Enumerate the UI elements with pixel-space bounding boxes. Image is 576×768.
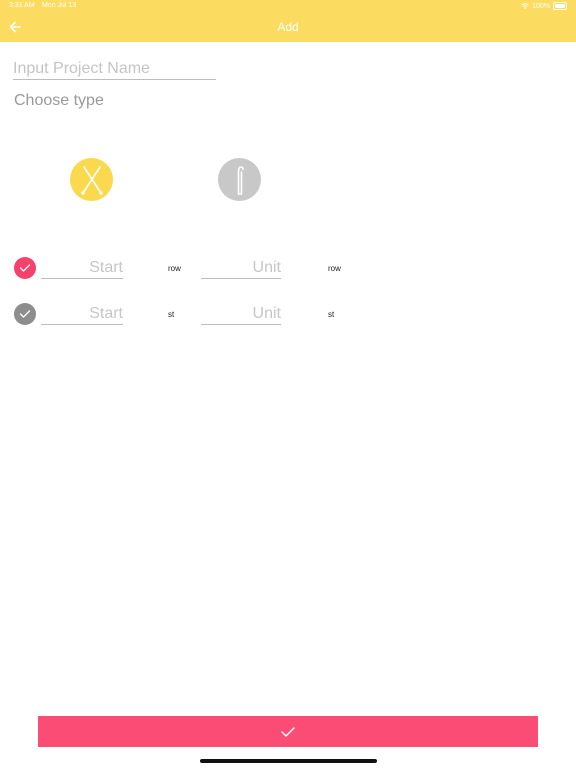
home-indicator — [200, 759, 377, 763]
stitch-start-input[interactable] — [41, 304, 123, 325]
row-unit-label: row — [328, 264, 341, 273]
confirm-button[interactable] — [38, 716, 538, 747]
checkmark-icon — [19, 264, 31, 272]
row-counter-checkbox[interactable] — [14, 257, 36, 279]
stitch-unit-input[interactable] — [201, 304, 281, 325]
wifi-icon — [521, 3, 529, 9]
type-knitting-button[interactable] — [70, 158, 113, 201]
checkmark-icon — [281, 726, 295, 737]
choose-type-label: Choose type — [14, 92, 104, 109]
row-unit-input[interactable] — [201, 258, 281, 279]
project-name-input[interactable] — [13, 58, 216, 80]
status-time: 3:31 AM — [9, 2, 35, 9]
battery-icon — [553, 2, 567, 10]
type-crochet-button[interactable] — [218, 158, 261, 201]
page-title: Add — [277, 20, 299, 34]
checkmark-icon — [19, 310, 31, 318]
row-start-input[interactable] — [41, 258, 123, 279]
knitting-needles-icon — [80, 165, 103, 195]
row-start-unit-label: row — [168, 264, 181, 273]
stitch-start-unit-label: st — [168, 310, 175, 319]
stitch-unit-label: st — [328, 310, 335, 319]
battery-percent: 100% — [532, 2, 550, 10]
status-date: Mon Jul 13 — [42, 2, 77, 9]
status-right: 100% — [521, 2, 567, 10]
crochet-hook-icon — [237, 165, 244, 195]
stitch-counter-checkbox[interactable] — [14, 303, 36, 325]
nav-bar: 3:31 AM Mon Jul 13 100% Add — [0, 0, 576, 42]
